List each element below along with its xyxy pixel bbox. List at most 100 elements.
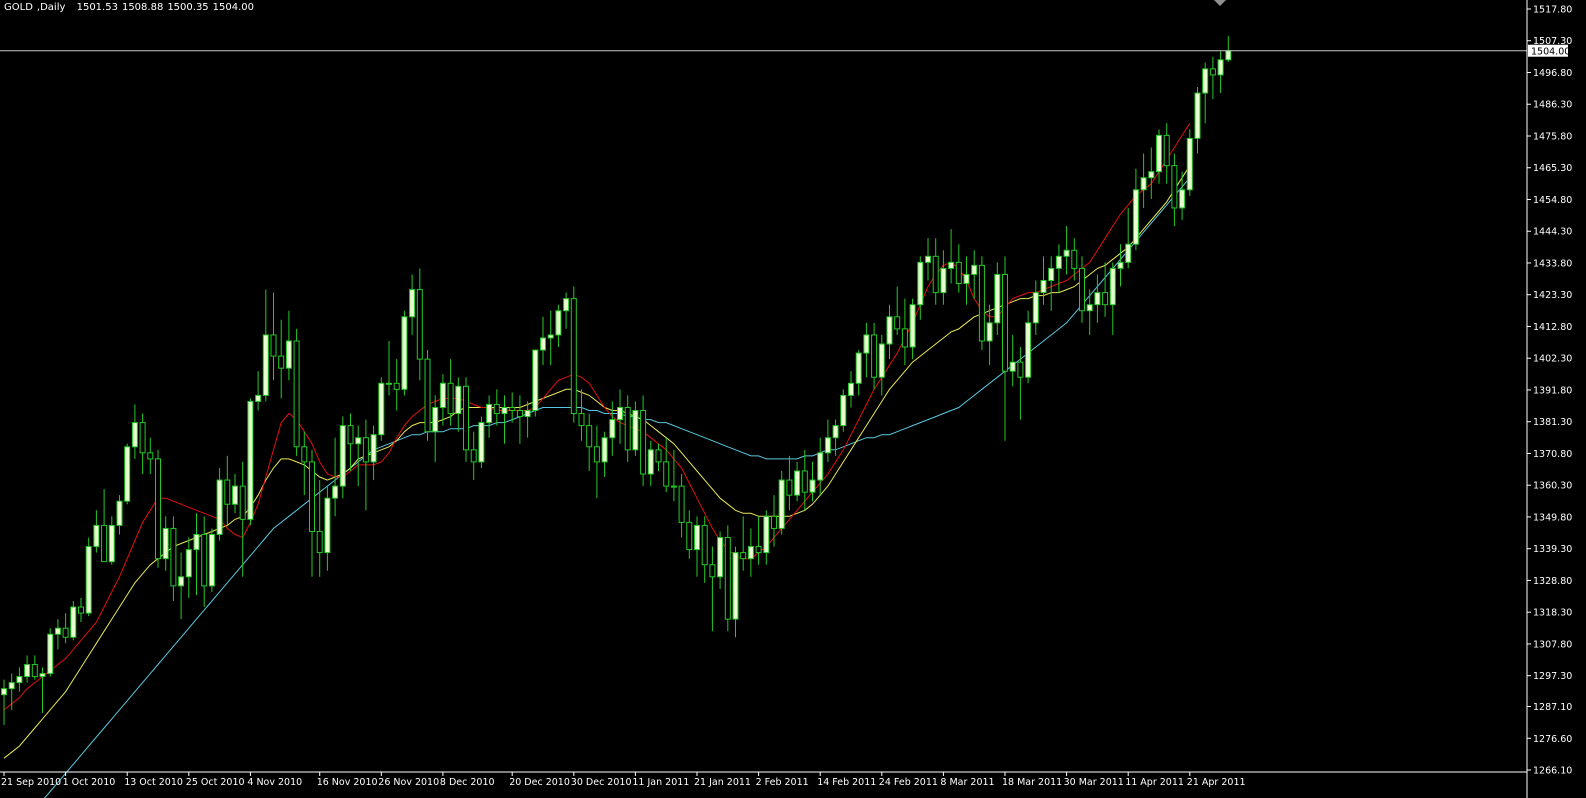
- candle: [1179, 171, 1186, 221]
- candle: [570, 286, 577, 423]
- candle-body: [740, 552, 747, 560]
- candle: [655, 443, 662, 471]
- candle-body: [401, 316, 408, 390]
- candle: [1217, 50, 1224, 94]
- candle: [393, 359, 400, 411]
- candle-body: [216, 479, 223, 535]
- candle: [224, 455, 231, 526]
- price-tick-label: 1444.30: [1533, 227, 1572, 238]
- time-axis[interactable]: 21 Sep 2010 1 Oct 2010 13 Oct 2010 25 Oct 2…: [0, 771, 1527, 788]
- candle: [540, 316, 546, 366]
- chart-shift-marker-icon[interactable]: [1214, 0, 1226, 6]
- candle: [124, 443, 131, 505]
- candle-body: [8, 682, 15, 690]
- candle-body: [909, 304, 916, 348]
- candle: [1186, 129, 1193, 196]
- price-tick-label: 1454.80: [1533, 195, 1572, 206]
- candle: [647, 440, 654, 487]
- candle-body: [532, 349, 539, 412]
- candle: [170, 516, 177, 601]
- candle: [978, 256, 985, 351]
- candle: [1140, 153, 1147, 208]
- candle: [1171, 153, 1178, 227]
- candle: [39, 667, 46, 713]
- time-tick-label: 16 Nov 2010: [317, 777, 378, 788]
- candle-body: [563, 298, 570, 312]
- candle-body: [963, 273, 970, 285]
- candle-body: [1209, 68, 1216, 76]
- candle-body: [439, 382, 446, 408]
- price-chart[interactable]: 1504.00 1517.80 1507.30 1496.80 1486.30 1475…: [0, 0, 1586, 798]
- candle-body: [694, 524, 700, 551]
- candle: [632, 401, 639, 456]
- price-label: 1504.00: [1531, 47, 1570, 58]
- candle-body: [670, 485, 677, 488]
- candle-body: [139, 422, 146, 454]
- candle: [378, 377, 385, 441]
- candle: [416, 268, 423, 381]
- candle-body: [1071, 249, 1078, 269]
- price-tick-label: 1266.10: [1533, 766, 1572, 777]
- candle: [239, 461, 246, 577]
- candle: [925, 238, 931, 281]
- candle: [809, 461, 816, 502]
- candle: [232, 474, 238, 514]
- candle-body: [455, 385, 462, 415]
- candle: [16, 667, 23, 692]
- candle-body: [940, 267, 947, 294]
- candle: [624, 395, 631, 462]
- time-tick-label: 21 Sep 2010: [1, 777, 61, 788]
- candle-body: [424, 358, 431, 433]
- price-axis[interactable]: 1517.80 1507.30 1496.80 1486.30 1475.80 1465.…: [1526, 0, 1572, 798]
- candle-body: [1009, 361, 1016, 372]
- candle: [817, 437, 824, 496]
- candle-body: [147, 452, 154, 460]
- candle: [901, 298, 908, 366]
- candle-body: [316, 530, 323, 554]
- candle: [208, 528, 215, 592]
- candle-body: [309, 461, 315, 532]
- candle: [509, 392, 516, 423]
- candle-body: [1017, 361, 1024, 378]
- candle-body: [932, 255, 939, 294]
- candle-body: [986, 322, 993, 342]
- candle: [193, 513, 200, 595]
- candle: [108, 516, 115, 565]
- candle: [732, 546, 739, 638]
- candle-body: [824, 437, 831, 454]
- candle-body: [778, 479, 785, 529]
- candle-body: [1148, 171, 1155, 179]
- candle: [1117, 244, 1124, 287]
- candle-body: [1171, 165, 1178, 209]
- ma-fast-line: [3, 123, 1191, 711]
- candle-body: [185, 549, 192, 578]
- candle-body: [601, 437, 608, 463]
- candle: [786, 455, 793, 511]
- candles: [1, 35, 1232, 725]
- candle-body: [709, 564, 716, 578]
- price-tick-label: 1381.30: [1533, 417, 1572, 428]
- price-tick-label: 1486.30: [1533, 100, 1572, 111]
- candle-body: [208, 533, 215, 587]
- candle-body: [1125, 243, 1132, 263]
- candle: [593, 425, 600, 499]
- candle: [740, 516, 747, 571]
- candle: [963, 256, 970, 305]
- candle-body: [1179, 189, 1186, 209]
- candle-body: [201, 533, 208, 587]
- candle: [463, 377, 469, 462]
- candle: [1002, 256, 1008, 441]
- candle-body: [1032, 292, 1039, 324]
- candle-body: [640, 410, 647, 475]
- candle: [724, 525, 731, 632]
- candle: [501, 395, 508, 444]
- candle: [493, 389, 500, 426]
- candle-body: [540, 337, 546, 351]
- candle-body: [901, 328, 908, 348]
- candle: [532, 349, 539, 417]
- candle: [201, 516, 208, 608]
- time-tick-label: 1 Oct 2010: [63, 777, 116, 788]
- candle: [871, 322, 878, 390]
- candle-body: [925, 255, 931, 263]
- candle-body: [593, 446, 600, 463]
